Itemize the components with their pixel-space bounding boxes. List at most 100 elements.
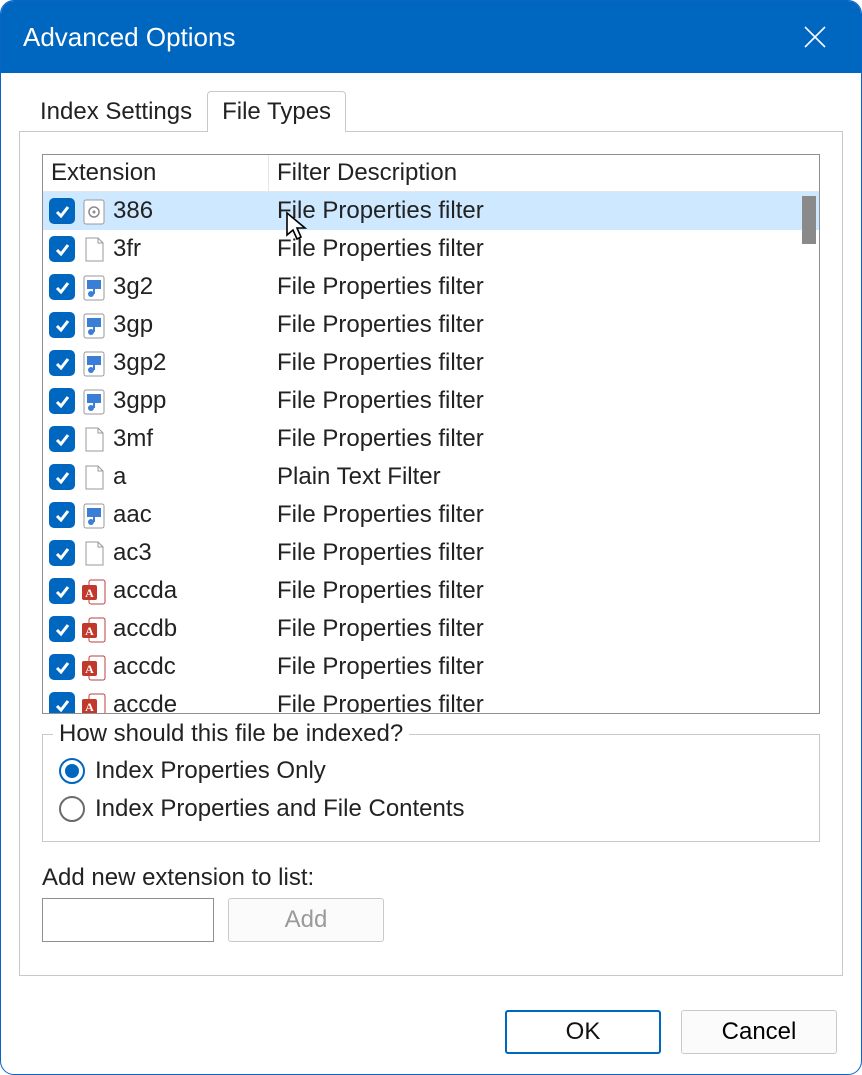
cell-filter: Plain Text Filter [269,463,797,491]
cell-extension: Aaccdb [43,614,269,644]
table-row[interactable]: a Plain Text Filter [43,458,819,496]
cell-extension: a [43,462,269,492]
extension-text: ac3 [113,539,152,567]
svg-text:A: A [85,662,94,676]
add-extension-label: Add new extension to list: [42,864,820,892]
checkbox[interactable] [49,312,75,338]
media-file-icon [81,500,107,530]
checkbox[interactable] [49,464,75,490]
radio-label: Index Properties and File Contents [95,795,465,823]
radio-label: Index Properties Only [95,757,326,785]
svg-text:A: A [85,586,94,600]
extension-text: aac [113,501,152,529]
table-row[interactable]: 3g2 File Properties filter [43,268,819,306]
cell-filter: File Properties filter [269,235,797,263]
cell-filter: File Properties filter [269,577,797,605]
table-row[interactable]: 3gppFile Properties filter [43,382,819,420]
cell-filter: File Properties filter [269,425,797,453]
blank-file-icon [81,538,107,568]
ok-button[interactable]: OK [505,1010,661,1054]
cell-extension: 3g2 [43,272,269,302]
cell-extension: 3fr [43,234,269,264]
close-button[interactable] [791,13,839,61]
table-row[interactable]: AaccdbFile Properties filter [43,610,819,648]
cell-filter: File Properties filter [269,387,797,415]
tab-panel-file-types: Extension Filter Description 386File Pro… [19,131,843,976]
extension-text: accda [113,577,177,605]
dialog-window: Advanced Options Index Settings File Typ… [0,0,862,1075]
media-file-icon [81,386,107,416]
extension-text: 3gp2 [113,349,166,377]
svg-text:A: A [85,700,94,713]
media-file-icon [81,348,107,378]
cell-filter: File Properties filter [269,653,797,681]
checkbox[interactable] [49,198,75,224]
column-header-filter[interactable]: Filter Description [269,155,819,191]
checkbox[interactable] [49,426,75,452]
cell-extension: 3mf [43,424,269,454]
cell-filter: File Properties filter [269,691,797,713]
table-row[interactable]: AaccdcFile Properties filter [43,648,819,686]
scrollbar-thumb[interactable] [802,196,816,244]
checkbox[interactable] [49,616,75,642]
checkbox[interactable] [49,388,75,414]
access-file-icon: A [81,576,107,606]
radio-icon [59,758,85,784]
extension-text: 3gp [113,311,153,339]
checkbox[interactable] [49,274,75,300]
table-row[interactable]: aac File Properties filter [43,496,819,534]
cell-filter: File Properties filter [269,311,797,339]
cell-filter: File Properties filter [269,349,797,377]
cell-filter: File Properties filter [269,539,797,567]
list-header: Extension Filter Description [43,155,819,192]
table-row[interactable]: 386File Properties filter [43,192,819,230]
table-row[interactable]: 3gp File Properties filter [43,306,819,344]
checkbox[interactable] [49,236,75,262]
cell-extension: Aaccdc [43,652,269,682]
table-row[interactable]: AaccdeFile Properties filter [43,686,819,713]
checkbox[interactable] [49,540,75,566]
checkbox[interactable] [49,578,75,604]
extension-text: a [113,463,126,491]
access-file-icon: A [81,690,107,713]
cell-filter: File Properties filter [269,501,797,529]
extension-text: accdb [113,615,177,643]
add-extension-row: Add [42,898,820,942]
list-body: 386File Properties filter3frFile Propert… [43,192,819,713]
cancel-button[interactable]: Cancel [681,1010,837,1054]
gear-file-icon [81,196,107,226]
index-mode-legend: How should this file be indexed? [53,720,409,748]
extension-text: accde [113,691,177,713]
new-extension-input[interactable] [42,898,214,942]
close-icon [802,24,828,50]
extension-text: accdc [113,653,176,681]
dialog-footer: OK Cancel [1,994,861,1074]
table-row[interactable]: ac3 File Properties filter [43,534,819,572]
tab-index-settings[interactable]: Index Settings [25,91,207,132]
cell-filter: File Properties filter [269,273,797,301]
radio-properties-and-contents[interactable]: Index Properties and File Contents [59,795,803,823]
table-row[interactable]: 3frFile Properties filter [43,230,819,268]
blank-file-icon [81,462,107,492]
cell-filter: File Properties filter [269,197,797,225]
media-file-icon [81,310,107,340]
checkbox[interactable] [49,692,75,713]
filetype-listbox[interactable]: Extension Filter Description 386File Pro… [42,154,820,714]
table-row[interactable]: 3mfFile Properties filter [43,420,819,458]
table-row[interactable]: 3gp2 File Properties filter [43,344,819,382]
checkbox[interactable] [49,654,75,680]
svg-text:A: A [85,624,94,638]
radio-properties-only[interactable]: Index Properties Only [59,757,803,785]
window-title: Advanced Options [23,22,791,53]
checkbox[interactable] [49,350,75,376]
add-button[interactable]: Add [228,898,384,942]
column-header-extension[interactable]: Extension [43,155,269,191]
table-row[interactable]: AaccdaFile Properties filter [43,572,819,610]
cell-extension: Aaccde [43,690,269,713]
cell-extension: Aaccda [43,576,269,606]
extension-text: 3g2 [113,273,153,301]
cell-extension: aac [43,500,269,530]
access-file-icon: A [81,614,107,644]
tab-file-types[interactable]: File Types [207,91,346,132]
checkbox[interactable] [49,502,75,528]
